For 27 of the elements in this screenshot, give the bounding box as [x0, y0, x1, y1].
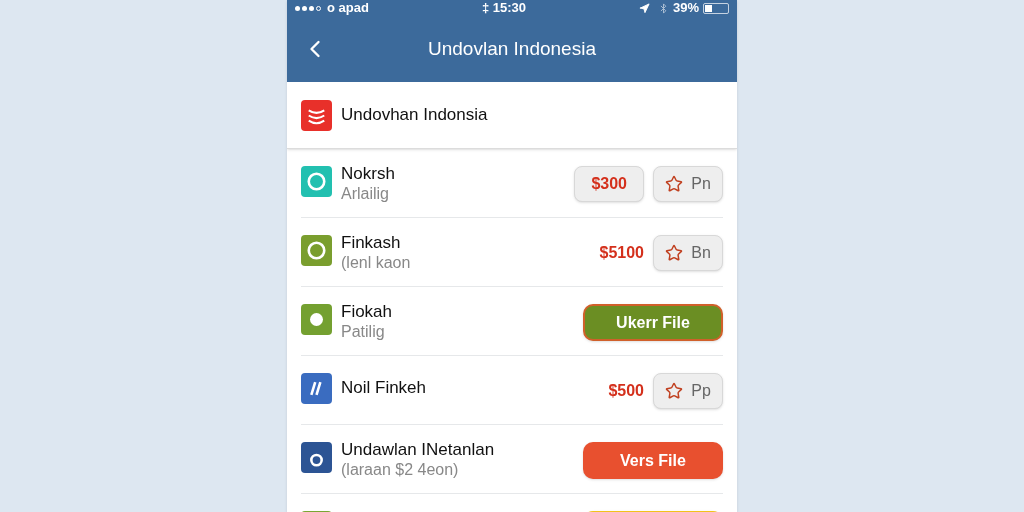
item-subtitle: (lenl kaon: [341, 253, 412, 273]
carrier: o apad: [327, 0, 369, 18]
location-icon: [638, 2, 650, 14]
item-title: Undovhan Indonsia: [341, 104, 488, 127]
battery-icon: [703, 2, 729, 14]
pin-button[interactable]: Pn: [653, 166, 723, 202]
pin-button[interactable]: Bn: [653, 235, 723, 271]
file-button[interactable]: Vers File: [583, 442, 723, 479]
item-subtitle: Patilig: [341, 322, 386, 342]
price: $500: [608, 381, 644, 401]
item-title: Nokrsh: [341, 163, 396, 184]
item-title: Noil Finkeh: [341, 376, 428, 398]
battery-percent: 39%: [672, 0, 699, 18]
item-subtitle: (laraan $2 4eon): [341, 460, 460, 480]
price: $5100: [599, 243, 644, 263]
time: ‡ 15:30: [481, 0, 526, 18]
star-icon: [665, 175, 684, 193]
item-title: Fiokah: [341, 301, 394, 322]
star-icon: [665, 244, 684, 262]
item-title: Finkash: [341, 232, 402, 253]
pin-button[interactable]: Pp: [653, 373, 723, 409]
item-subtitle: Arlailig: [341, 184, 390, 204]
star-icon: [665, 382, 684, 400]
file-button[interactable]: Ukerr File: [583, 304, 723, 341]
price[interactable]: $300: [574, 166, 644, 202]
item-title: Undawlan INetanlan: [341, 439, 496, 460]
window-title: Undovlan Indonesia: [428, 36, 596, 61]
